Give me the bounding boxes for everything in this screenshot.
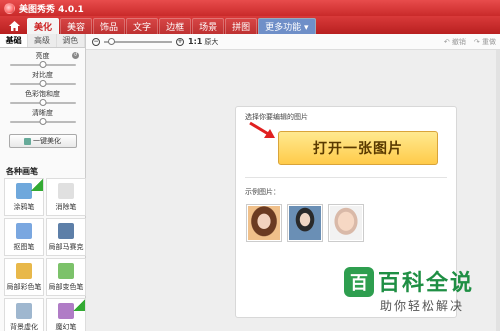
tool-eraser-pen[interactable]: 消除笔 <box>46 178 86 216</box>
card-divider <box>245 177 447 178</box>
tool-graffiti-pen[interactable]: 涂鸦笔 <box>4 178 44 216</box>
tool-label: 局部彩色笔 <box>6 283 42 291</box>
menu-frame[interactable]: 边框 <box>159 18 192 34</box>
menu-bar: 美化 美容 饰品 文字 边框 场景 拼图 更多功能 ▾ <box>0 16 500 34</box>
redo-button[interactable]: ↷ 重做 <box>474 37 496 47</box>
tool-label: 局部变色笔 <box>48 283 84 291</box>
red-arrow-icon <box>249 121 275 138</box>
undo-button[interactable]: ↶ 撤销 <box>444 37 466 47</box>
saturation-slider-knob[interactable] <box>39 99 46 106</box>
sharpness-slider-group: 清晰度 <box>6 109 79 128</box>
eraser-pen-icon <box>58 183 74 199</box>
tab-basic[interactable]: 基础 <box>0 34 29 47</box>
tab-color[interactable]: 调色 <box>56 34 85 47</box>
magic-wand-icon <box>24 137 31 145</box>
menu-more[interactable]: 更多功能 ▾ <box>258 18 316 34</box>
app-logo-icon <box>4 2 15 14</box>
tool-label: 背景虚化 <box>10 323 38 331</box>
watermark-logo-icon: 百 <box>344 267 374 297</box>
one-click-beautify-label: 一键美化 <box>33 137 61 145</box>
brightness-slider-knob[interactable] <box>39 61 46 68</box>
actual-size-button[interactable]: 1:1 原大 <box>188 37 218 47</box>
sharpness-slider[interactable] <box>9 118 76 125</box>
zoom-toolbar: − + 1:1 原大 ↶ 撤销 ↷ 重做 <box>86 34 500 50</box>
zoom-slider-knob[interactable] <box>108 37 116 45</box>
saturation-slider[interactable] <box>9 99 76 106</box>
sharpness-label: 清晰度 <box>32 109 53 117</box>
color-change-icon <box>58 263 74 279</box>
zoom-out-icon[interactable]: − <box>92 37 100 46</box>
one-click-beautify-button[interactable]: 一键美化 <box>8 134 77 148</box>
contrast-label: 对比度 <box>32 71 53 79</box>
new-badge <box>73 299 85 311</box>
actual-size-label: 原大 <box>204 37 219 46</box>
contrast-slider-group: 对比度 <box>6 71 79 90</box>
sample-image-3[interactable] <box>328 204 364 242</box>
saturation-label: 色彩饱和度 <box>25 90 60 98</box>
contrast-slider[interactable] <box>9 80 76 87</box>
tool-label: 抠图笔 <box>13 243 35 251</box>
tool-label: 魔幻笔 <box>55 323 77 331</box>
menu-accessories[interactable]: 饰品 <box>93 18 126 34</box>
menu-scene[interactable]: 场景 <box>192 18 225 34</box>
tool-cutout-pen[interactable]: 抠图笔 <box>4 218 44 256</box>
menu-collage[interactable]: 拼图 <box>225 18 258 34</box>
title-bar: 美图秀秀 4.0.1 <box>0 0 500 16</box>
undo-label: 撤销 <box>451 38 466 46</box>
adjust-tabs: 基础 高级 调色 <box>0 34 85 48</box>
menu-beauty[interactable]: 美容 <box>60 18 93 34</box>
blur-icon <box>16 303 32 319</box>
watermark: 百 百科全说 助你轻松解决 <box>344 265 494 321</box>
sample-images-label: 示例图片： <box>245 188 280 196</box>
sample-photo-woman <box>248 206 280 240</box>
open-image-button[interactable]: 打开一张图片 <box>278 131 438 165</box>
app-title: 美图秀秀 4.0.1 <box>19 4 84 15</box>
home-icon <box>8 21 20 31</box>
history-controls: ↶ 撤销 ↷ 重做 <box>444 37 496 47</box>
brush-tools-grid: 涂鸦笔 消除笔 抠图笔 局部马赛克 局部彩色笔 局部变色笔 背景虚化 魔幻笔 <box>0 178 86 331</box>
tool-label: 涂鸦笔 <box>13 203 35 211</box>
tool-color-change[interactable]: 局部变色笔 <box>46 258 86 296</box>
adjust-sliders: ↺ 亮度 对比度 色彩饱和度 清晰度 一键美化 <box>0 48 85 150</box>
brush-section-title: 各种画笔 <box>6 167 38 176</box>
sample-photo-girl <box>289 206 321 240</box>
tool-color-brush[interactable]: 局部彩色笔 <box>4 258 44 296</box>
new-badge <box>31 179 43 191</box>
color-brush-icon <box>16 263 32 279</box>
zoom-in-icon[interactable]: + <box>176 37 184 46</box>
tool-blur[interactable]: 背景虚化 <box>4 298 44 331</box>
actual-size-ratio: 1:1 <box>188 37 203 46</box>
tool-label: 消除笔 <box>55 203 77 211</box>
sample-image-2[interactable] <box>287 204 323 242</box>
watermark-subtitle: 助你轻松解决 <box>380 299 465 313</box>
tool-label: 局部马赛克 <box>48 243 84 251</box>
menu-text[interactable]: 文字 <box>126 18 159 34</box>
tab-advanced[interactable]: 高级 <box>28 34 57 47</box>
brightness-slider[interactable] <box>9 61 76 68</box>
mosaic-icon <box>58 223 74 239</box>
sample-image-1[interactable] <box>246 204 282 242</box>
brightness-slider-group: 亮度 <box>6 52 79 71</box>
graffiti-pen-icon <box>16 183 32 199</box>
redo-label: 重做 <box>482 38 496 46</box>
sample-images <box>246 204 364 242</box>
menu-beautify[interactable]: 美化 <box>27 18 60 34</box>
reset-icon[interactable]: ↺ <box>72 52 79 59</box>
vertical-scrollbar[interactable] <box>496 50 500 331</box>
saturation-slider-group: 色彩饱和度 <box>6 90 79 109</box>
left-panel: 基础 高级 调色 ↺ 亮度 对比度 色彩饱和度 清晰度 一键美化 各种画笔 涂鸦… <box>0 34 86 331</box>
brightness-label: 亮度 <box>35 52 50 60</box>
cutout-pen-icon <box>16 223 32 239</box>
magic-pen-icon <box>58 303 74 319</box>
home-button[interactable] <box>4 18 24 34</box>
tool-mosaic[interactable]: 局部马赛克 <box>46 218 86 256</box>
contrast-slider-knob[interactable] <box>39 80 46 87</box>
watermark-title: 百科全说 <box>378 271 475 296</box>
sharpness-slider-knob[interactable] <box>39 118 46 125</box>
sample-photo-baby <box>330 206 362 240</box>
zoom-slider[interactable] <box>104 37 172 45</box>
tool-magic-pen[interactable]: 魔幻笔 <box>46 298 86 331</box>
